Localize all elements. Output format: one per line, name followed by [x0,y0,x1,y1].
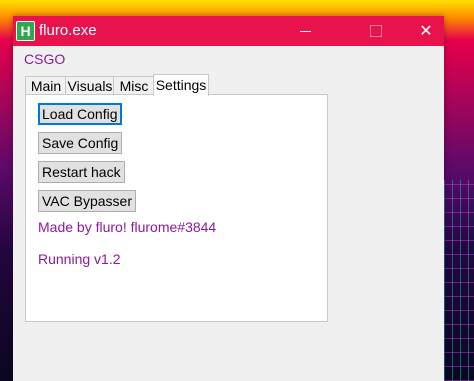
app-window: H fluro.exe ✕ CSGO Main Visuals Misc Set… [13,16,444,381]
credit-label: Made by fluro! flurome#3844 [38,219,217,235]
tab-misc[interactable]: Misc [113,76,155,95]
maximize-icon [370,25,382,37]
app-icon: H [16,21,35,41]
status-label: Running v1.2 [38,251,121,267]
title-bar[interactable]: H fluro.exe ✕ [13,16,444,46]
save-config-button[interactable]: Save Config [38,132,123,154]
close-icon: ✕ [419,21,433,40]
tab-main[interactable]: Main [25,76,67,95]
maximize-button[interactable] [353,16,399,46]
window-title: fluro.exe [39,22,97,39]
minimize-button[interactable] [283,16,329,46]
restart-hack-button[interactable]: Restart hack [38,161,125,183]
app-label: CSGO [24,51,66,67]
close-button[interactable]: ✕ [403,16,449,46]
background-grid [444,180,474,381]
settings-panel: Load Config Save Config Restart hack VAC… [25,94,328,322]
tab-settings[interactable]: Settings [153,74,209,96]
minimize-icon [300,31,311,32]
vac-bypasser-button[interactable]: VAC Bypasser [38,190,136,212]
load-config-button[interactable]: Load Config [38,103,122,125]
window-client-area: CSGO Main Visuals Misc Settings Load Con… [13,46,444,381]
tab-visuals[interactable]: Visuals [65,76,115,95]
